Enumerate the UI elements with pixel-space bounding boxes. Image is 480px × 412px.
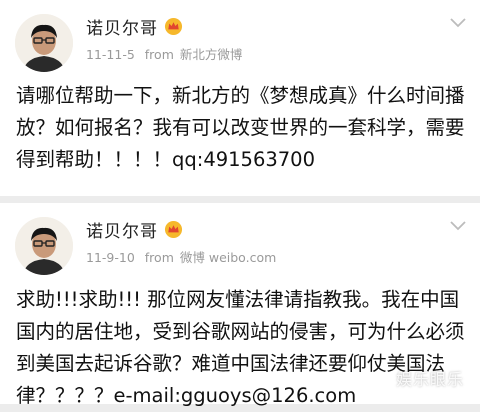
post-time: 11-11-5 — [86, 47, 135, 62]
post-source[interactable]: 微博 weibo.com — [180, 250, 276, 265]
post-text: 求助!!!求助!!! 那位网友懂法律请指教我。我在中国国内的居住地，受到谷歌网站… — [16, 288, 465, 407]
post-meta: 11-9-10 from 微博 weibo.com — [86, 247, 282, 266]
author-name[interactable]: 诺贝尔哥 — [86, 14, 158, 39]
post-meta: 11-11-5 from 新北方微博 — [86, 44, 248, 63]
source-prefix: from — [144, 47, 174, 62]
vip-crown-icon — [164, 220, 183, 238]
user-avatar[interactable] — [15, 217, 73, 275]
author-name[interactable]: 诺贝尔哥 — [86, 217, 158, 242]
post-source[interactable]: 新北方微博 — [180, 47, 243, 62]
chevron-down-icon[interactable] — [448, 16, 468, 30]
vip-crown-icon — [164, 17, 183, 35]
weibo-post-1: 诺贝尔哥 11-11-5 from 新北方微博 请哪位帮助一下，新北方的《梦想成真… — [0, 0, 480, 196]
source-prefix: from — [144, 250, 174, 265]
post-time: 11-9-10 — [86, 250, 135, 265]
chevron-down-icon[interactable] — [448, 219, 468, 233]
user-avatar[interactable] — [15, 14, 73, 72]
watermark: 娱乐眼乐 — [395, 370, 464, 389]
weibo-post-2: 诺贝尔哥 11-9-10 from 微博 weibo.com 求助!!!求助!!!… — [0, 203, 480, 407]
post-text: 请哪位帮助一下，新北方的《梦想成真》什么时间播放？如何报名？我有可以改变世界的一… — [16, 84, 465, 171]
